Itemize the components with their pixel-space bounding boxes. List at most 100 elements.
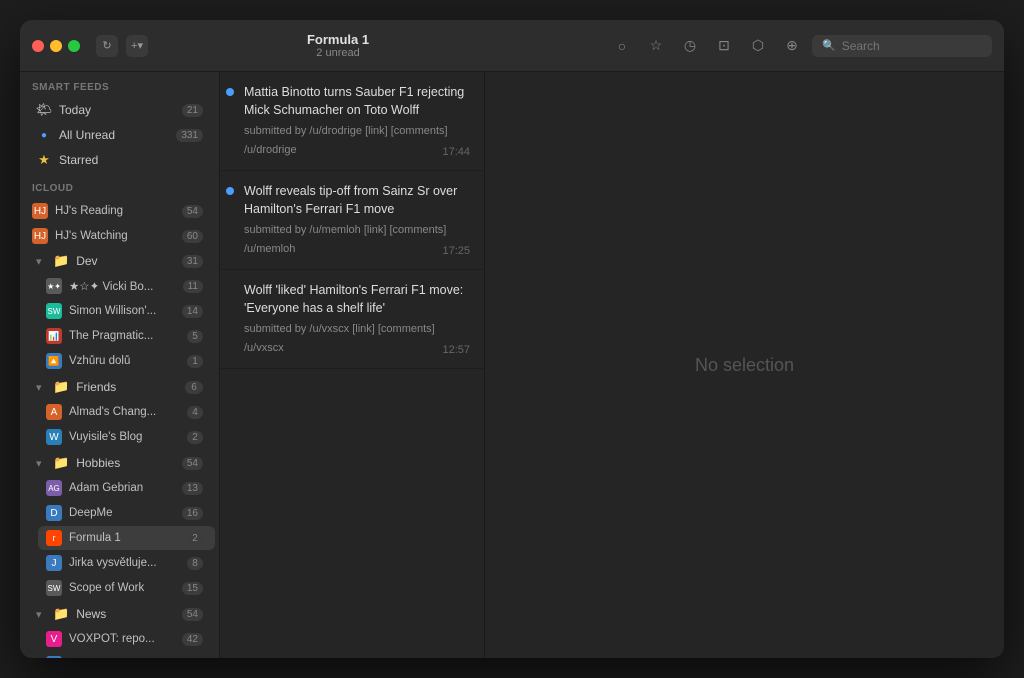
pragmatic-badge: 5 [187,330,203,343]
simon-label: Simon Willison'... [69,305,175,317]
titlebar-right: ○ ☆ ◷ ⊡ ⬡ ⊕ 🔍 [608,32,992,60]
hj-watching-avatar: HJ [32,228,48,244]
feed-hj-watching[interactable]: HJ HJ's Watching 60 [24,224,215,248]
adam-avatar: AG [46,480,62,496]
folder-dev-header[interactable]: ▾ 📁 Dev 31 [24,249,215,273]
feed-adam-gebrian[interactable]: AG Adam Gebrian 13 [38,476,215,500]
zdopravy-badge: 12 [182,658,203,659]
folder-friends-children: A Almad's Chang... 4 W Vuyisile's Blog 2 [20,400,219,449]
mark-read-icon[interactable]: ○ [608,32,636,60]
vuyisile-badge: 2 [187,431,203,444]
folder-hobbies-label: Hobbies [76,456,175,470]
sidebar-item-all-unread[interactable]: ● All Unread 331 [24,123,215,147]
all-unread-label: All Unread [59,128,169,142]
article-meta-1: submitted by /u/drodrige [link] [comment… [234,123,470,140]
folder-dev-icon: 📁 [53,253,69,269]
article-title-1: Mattia Binotto turns Sauber F1 rejecting… [234,84,470,119]
folder-friends-header[interactable]: ▾ 📁 Friends 6 [24,375,215,399]
feed-voxpot[interactable]: V VOXPOT: repo... 42 [38,627,215,651]
jirka-avatar: J [46,555,62,571]
feed-almad[interactable]: A Almad's Chang... 4 [38,400,215,424]
sidebar-item-today[interactable]: 🌤 Today 21 [24,98,215,122]
hj-watching-label: HJ's Watching [55,230,175,242]
folder-friends-label: Friends [76,380,178,394]
adam-label: Adam Gebrian [69,482,175,494]
article-meta-2: submitted by /u/memloh [link] [comments] [234,222,470,239]
folder-hobbies-header[interactable]: ▾ 📁 Hobbies 54 [24,451,215,475]
chevron-down-icon: ▾ [36,255,46,268]
feed-formula1[interactable]: r Formula 1 2 [38,526,215,550]
article-item-1[interactable]: Mattia Binotto turns Sauber F1 rejecting… [220,72,484,171]
traffic-lights [32,40,80,52]
folder-friends-icon: 📁 [53,379,69,395]
article-item-3[interactable]: Wolff 'liked' Hamilton's Ferrari F1 move… [220,270,484,369]
share-icon[interactable]: ⬡ [744,32,772,60]
titlebar-center: Formula 1 2 unread [76,32,600,59]
simon-badge: 14 [182,305,203,318]
reminder-icon[interactable]: ◷ [676,32,704,60]
minimize-button[interactable] [50,40,62,52]
almad-badge: 4 [187,406,203,419]
deepme-avatar: D [46,505,62,521]
unread-dot-1 [226,88,234,96]
chevron-down-icon2: ▾ [36,381,46,394]
formula1-badge: 2 [187,532,203,545]
feed-hj-reading[interactable]: HJ HJ's Reading 54 [24,199,215,223]
article-time-2: 17:25 [432,245,470,257]
feed-simon-willison[interactable]: SW Simon Willison'... 14 [38,299,215,323]
jirka-badge: 8 [187,557,203,570]
save-icon[interactable]: ⊡ [710,32,738,60]
article-title-3: Wolff 'liked' Hamilton's Ferrari F1 move… [234,282,470,317]
article-item-2[interactable]: Wolff reveals tip-off from Sainz Sr over… [220,171,484,270]
scope-avatar: SW [46,580,62,596]
close-button[interactable] [32,40,44,52]
feed-zdopravy[interactable]: Z Zdopravy.cz 12 [38,652,215,658]
all-unread-icon: ● [36,127,52,143]
folder-news-children: V VOXPOT: repo... 42 Z Zdopravy.cz 12 [20,627,219,658]
hj-watching-badge: 60 [182,230,203,243]
folder-news-icon: 📁 [53,606,69,622]
feed-jirka[interactable]: J Jirka vysvětluje... 8 [38,551,215,575]
scope-badge: 15 [182,582,203,595]
feed-vzhuru-dolu[interactable]: 🔼 Vzhůru dolů 1 [38,349,215,373]
action-icon[interactable]: ⊕ [778,32,806,60]
adam-badge: 13 [182,482,203,495]
titlebar: ↻ +▾ Formula 1 2 unread ○ ☆ ◷ ⊡ ⬡ ⊕ 🔍 [20,20,1004,72]
article-meta-3: submitted by /u/vxscx [link] [comments] [234,321,470,338]
hj-reading-badge: 54 [182,205,203,218]
starred-label: Starred [59,153,203,167]
no-selection-text: No selection [695,355,794,376]
folder-dev: ▾ 📁 Dev 31 ★✦ ★☆✦ Vicki Bo... 11 SW Simo… [20,249,219,373]
formula1-avatar: r [46,530,62,546]
article-list: Mattia Binotto turns Sauber F1 rejecting… [220,72,485,658]
article-meta-line-3: /u/vxscx 12:57 [234,340,470,357]
article-meta-line-2: /u/memloh 17:25 [234,241,470,258]
today-label: Today [59,103,175,117]
feed-vicki-bo[interactable]: ★✦ ★☆✦ Vicki Bo... 11 [38,274,215,298]
folder-news: ▾ 📁 News 54 V VOXPOT: repo... 42 Z Zdopr… [20,602,219,658]
main-content: Smart Feeds 🌤 Today 21 ● All Unread 331 … [20,72,1004,658]
article-user-2: /u/memloh [234,241,295,258]
feed-deepme[interactable]: D DeepMe 16 [38,501,215,525]
pragmatic-label: The Pragmatic... [69,330,180,342]
deepme-label: DeepMe [69,507,175,519]
search-bar[interactable]: 🔍 [812,35,992,57]
voxpot-avatar: V [46,631,62,647]
star-icon[interactable]: ☆ [642,32,670,60]
feed-vuyisile[interactable]: W Vuyisile's Blog 2 [38,425,215,449]
search-input[interactable] [842,39,982,53]
vicki-bo-badge: 11 [183,280,203,293]
folder-hobbies-badge: 54 [182,457,203,470]
voxpot-badge: 42 [182,633,203,646]
window-subtitle: 2 unread [316,47,359,59]
folder-news-header[interactable]: ▾ 📁 News 54 [24,602,215,626]
sidebar-item-starred[interactable]: ★ Starred [24,148,215,172]
chevron-down-icon3: ▾ [36,457,46,470]
zdopravy-avatar: Z [46,656,62,658]
vicki-bo-avatar: ★✦ [46,278,62,294]
feed-pragmatic[interactable]: 📊 The Pragmatic... 5 [38,324,215,348]
window-title: Formula 1 [307,32,369,47]
today-icon: 🌤 [36,102,52,118]
feed-scope[interactable]: SW Scope of Work 15 [38,576,215,600]
folder-news-badge: 54 [182,608,203,621]
